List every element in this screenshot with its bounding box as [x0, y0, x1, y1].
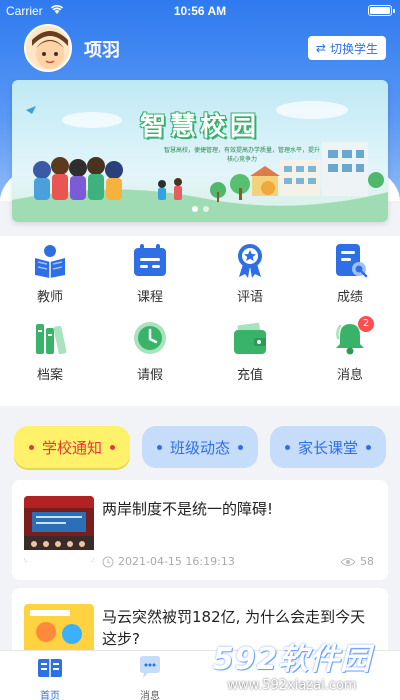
tab-class-news[interactable]: 班级动态 — [142, 426, 258, 468]
avatar[interactable] — [24, 24, 72, 72]
menu-item-label: 档案 — [36, 368, 63, 383]
carousel-dots — [12, 206, 388, 212]
report-card-icon — [336, 244, 368, 278]
menu-item-score[interactable]: 成绩 — [300, 238, 400, 316]
banner-carousel[interactable]: 智慧校园 智慧高校，便捷管理，有效提高办学质量，管理水平，提升核心竞争力 — [12, 80, 388, 222]
eye-icon — [340, 557, 356, 566]
menu-item-label: 教师 — [36, 290, 63, 305]
tab-dot — [284, 444, 290, 450]
news-views-count: 58 — [360, 555, 374, 568]
switch-student-label: 切换学生 — [329, 41, 378, 56]
home-book-icon — [38, 659, 62, 677]
tab-label: 学校通知 — [41, 438, 102, 457]
banner-title: 智慧校园 — [139, 112, 260, 142]
news-views: 58 — [340, 555, 374, 568]
tabbar-label: 消息 — [140, 691, 160, 700]
switch-student-button[interactable]: ⇄ 切换学生 — [307, 36, 386, 60]
tab-school-notice[interactable]: 学校通知 — [14, 426, 130, 468]
news-card[interactable]: 两岸制度不是统一的障碍! 2021-04-15 16:19:13 58 — [12, 480, 388, 580]
menu-item-course[interactable]: 课程 — [100, 238, 200, 316]
tab-dot — [238, 444, 243, 450]
menu-item-archive[interactable]: 档案 — [0, 316, 100, 394]
archive-books-icon — [36, 324, 67, 355]
tab-dot — [28, 444, 34, 450]
conference-photo-icon — [24, 496, 94, 562]
tab-parent-class[interactable]: 家长课堂 — [270, 426, 386, 468]
calendar-course-icon — [134, 244, 166, 276]
menu-item-label: 课程 — [136, 290, 163, 305]
teacher-book-icon — [35, 245, 65, 278]
tabbar-messages[interactable]: 消息 — [120, 653, 180, 700]
menu-item-label: 充值 — [236, 368, 263, 383]
news-thumbnail — [24, 496, 94, 562]
tab-label: 家长课堂 — [297, 438, 358, 457]
news-time-text: 2021-04-15 16:19:13 — [118, 555, 235, 568]
tab-label: 班级动态 — [169, 438, 230, 457]
news-title: 两岸制度不是统一的障碍! — [102, 500, 274, 518]
menu-item-label: 评语 — [236, 290, 263, 305]
tab-dot — [110, 444, 115, 450]
award-medal-icon — [238, 244, 262, 278]
menu-item-label: 请假 — [136, 368, 163, 383]
carousel-dot — [202, 206, 209, 212]
tabbar-label: 首页 — [40, 691, 60, 700]
chat-bubble-icon — [140, 656, 160, 678]
menu-item-label: 成绩 — [336, 290, 363, 305]
clock-icon — [102, 556, 114, 567]
banner-subtitle: 智慧高校，便捷管理，有效提高办学质量，管理水平，提升核心竞争力 — [163, 147, 320, 163]
tab-dot — [366, 444, 371, 450]
menu-item-leave[interactable]: 请假 — [100, 316, 200, 394]
news-time: 2021-04-15 16:19:13 — [102, 555, 235, 568]
unread-badge: 2 — [358, 316, 374, 332]
menu-item-message[interactable]: 2 消息 — [300, 316, 400, 394]
swap-arrows-icon: ⇄ — [315, 41, 326, 55]
tabbar-home[interactable]: 首页 — [20, 653, 80, 700]
status-time: 10:56 AM — [173, 4, 227, 18]
menu-item-recharge[interactable]: 充值 — [200, 316, 300, 394]
clock-leave-icon — [134, 322, 166, 354]
watermark: 592软件园 www.592xiazai.com — [192, 634, 392, 698]
function-grid: 教师 课程 评语 成绩 档案 请假 充值 2 消息 — [0, 236, 400, 406]
carousel-dot — [191, 206, 198, 212]
status-bar: Carrier 10:56 AM — [0, 0, 400, 22]
menu-item-teacher[interactable]: 教师 — [0, 238, 100, 316]
wallet-icon — [234, 322, 266, 354]
battery-icon — [368, 5, 395, 16]
tab-dot — [156, 444, 162, 450]
student-name: 项羽 — [84, 40, 120, 61]
news-tabs: 学校通知 班级动态 家长课堂 — [0, 416, 400, 476]
watermark-url: www.592xiazai.com — [227, 678, 357, 693]
menu-item-label: 消息 — [336, 368, 363, 383]
watermark-brand: 592软件园 — [212, 642, 372, 677]
menu-item-comment[interactable]: 评语 — [200, 238, 300, 316]
